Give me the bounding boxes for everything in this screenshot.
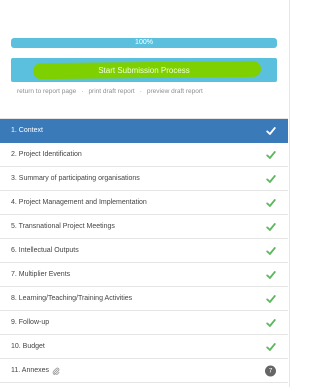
section-label: 5. Transnational Project Meetings: [11, 223, 115, 230]
link-separator: ·: [139, 88, 142, 95]
section-item[interactable]: 10. Budget: [0, 335, 288, 359]
print-draft-report-link[interactable]: print draft report: [88, 88, 134, 95]
report-links: return to report page · print draft report…: [17, 88, 203, 95]
section-label: 8. Learning/Teaching/Training Activities: [11, 295, 133, 302]
section-label: 1. Context: [11, 127, 43, 134]
section-label: 6. Intellectual Outputs: [11, 247, 79, 254]
section-item[interactable]: 11. Annexes 7: [0, 359, 288, 383]
return-to-report-link[interactable]: return to report page: [17, 88, 76, 95]
section-label: 4. Project Management and Implementation: [11, 199, 147, 206]
section-label: 10. Budget: [11, 343, 45, 350]
count-badge: 7: [265, 365, 276, 376]
progress-bar: 100%: [11, 38, 277, 48]
section-label: 7. Multiplier Events: [11, 271, 71, 278]
section-label: 11. Annexes: [11, 367, 50, 374]
start-submission-label: Start Submission Process: [98, 65, 190, 75]
section-label: 9. Follow-up: [11, 319, 50, 326]
section-item[interactable]: 4. Project Management and Implementation: [0, 191, 288, 215]
section-label: 3. Summary of participating organisation…: [11, 175, 140, 182]
check-icon: [266, 318, 276, 328]
report-sidebar: 100% Start Submission Process return to …: [0, 0, 290, 387]
report-sections-list: 1. Context 2. Project Identification 3. Su…: [0, 118, 288, 383]
link-separator: ·: [81, 88, 84, 95]
check-icon: [266, 246, 276, 256]
paperclip-icon: [52, 367, 60, 375]
check-icon: [266, 126, 276, 136]
count-badge-value: 7: [265, 365, 276, 376]
check-icon: [266, 294, 276, 304]
section-item[interactable]: 6. Intellectual Outputs: [0, 239, 288, 263]
section-label: 2. Project Identification: [11, 151, 82, 158]
check-icon: [266, 222, 276, 232]
section-item[interactable]: 3. Summary of participating organisation…: [0, 167, 288, 191]
section-item[interactable]: 1. Context: [0, 119, 288, 143]
progress-fill: 100%: [11, 38, 277, 48]
section-item[interactable]: 9. Follow-up: [0, 311, 288, 335]
section-item[interactable]: 7. Multiplier Events: [0, 263, 288, 287]
check-icon: [266, 150, 276, 160]
start-submission-button[interactable]: Start Submission Process: [11, 58, 277, 82]
check-icon: [266, 342, 276, 352]
submission-area: 100% Start Submission Process return to …: [0, 0, 289, 117]
check-icon: [266, 198, 276, 208]
check-icon: [266, 270, 276, 280]
check-icon: [266, 174, 276, 184]
section-item[interactable]: 5. Transnational Project Meetings: [0, 215, 288, 239]
section-item[interactable]: 8. Learning/Teaching/Training Activities: [0, 287, 288, 311]
section-item[interactable]: 2. Project Identification: [0, 143, 288, 167]
preview-draft-report-link[interactable]: preview draft report: [147, 88, 203, 95]
